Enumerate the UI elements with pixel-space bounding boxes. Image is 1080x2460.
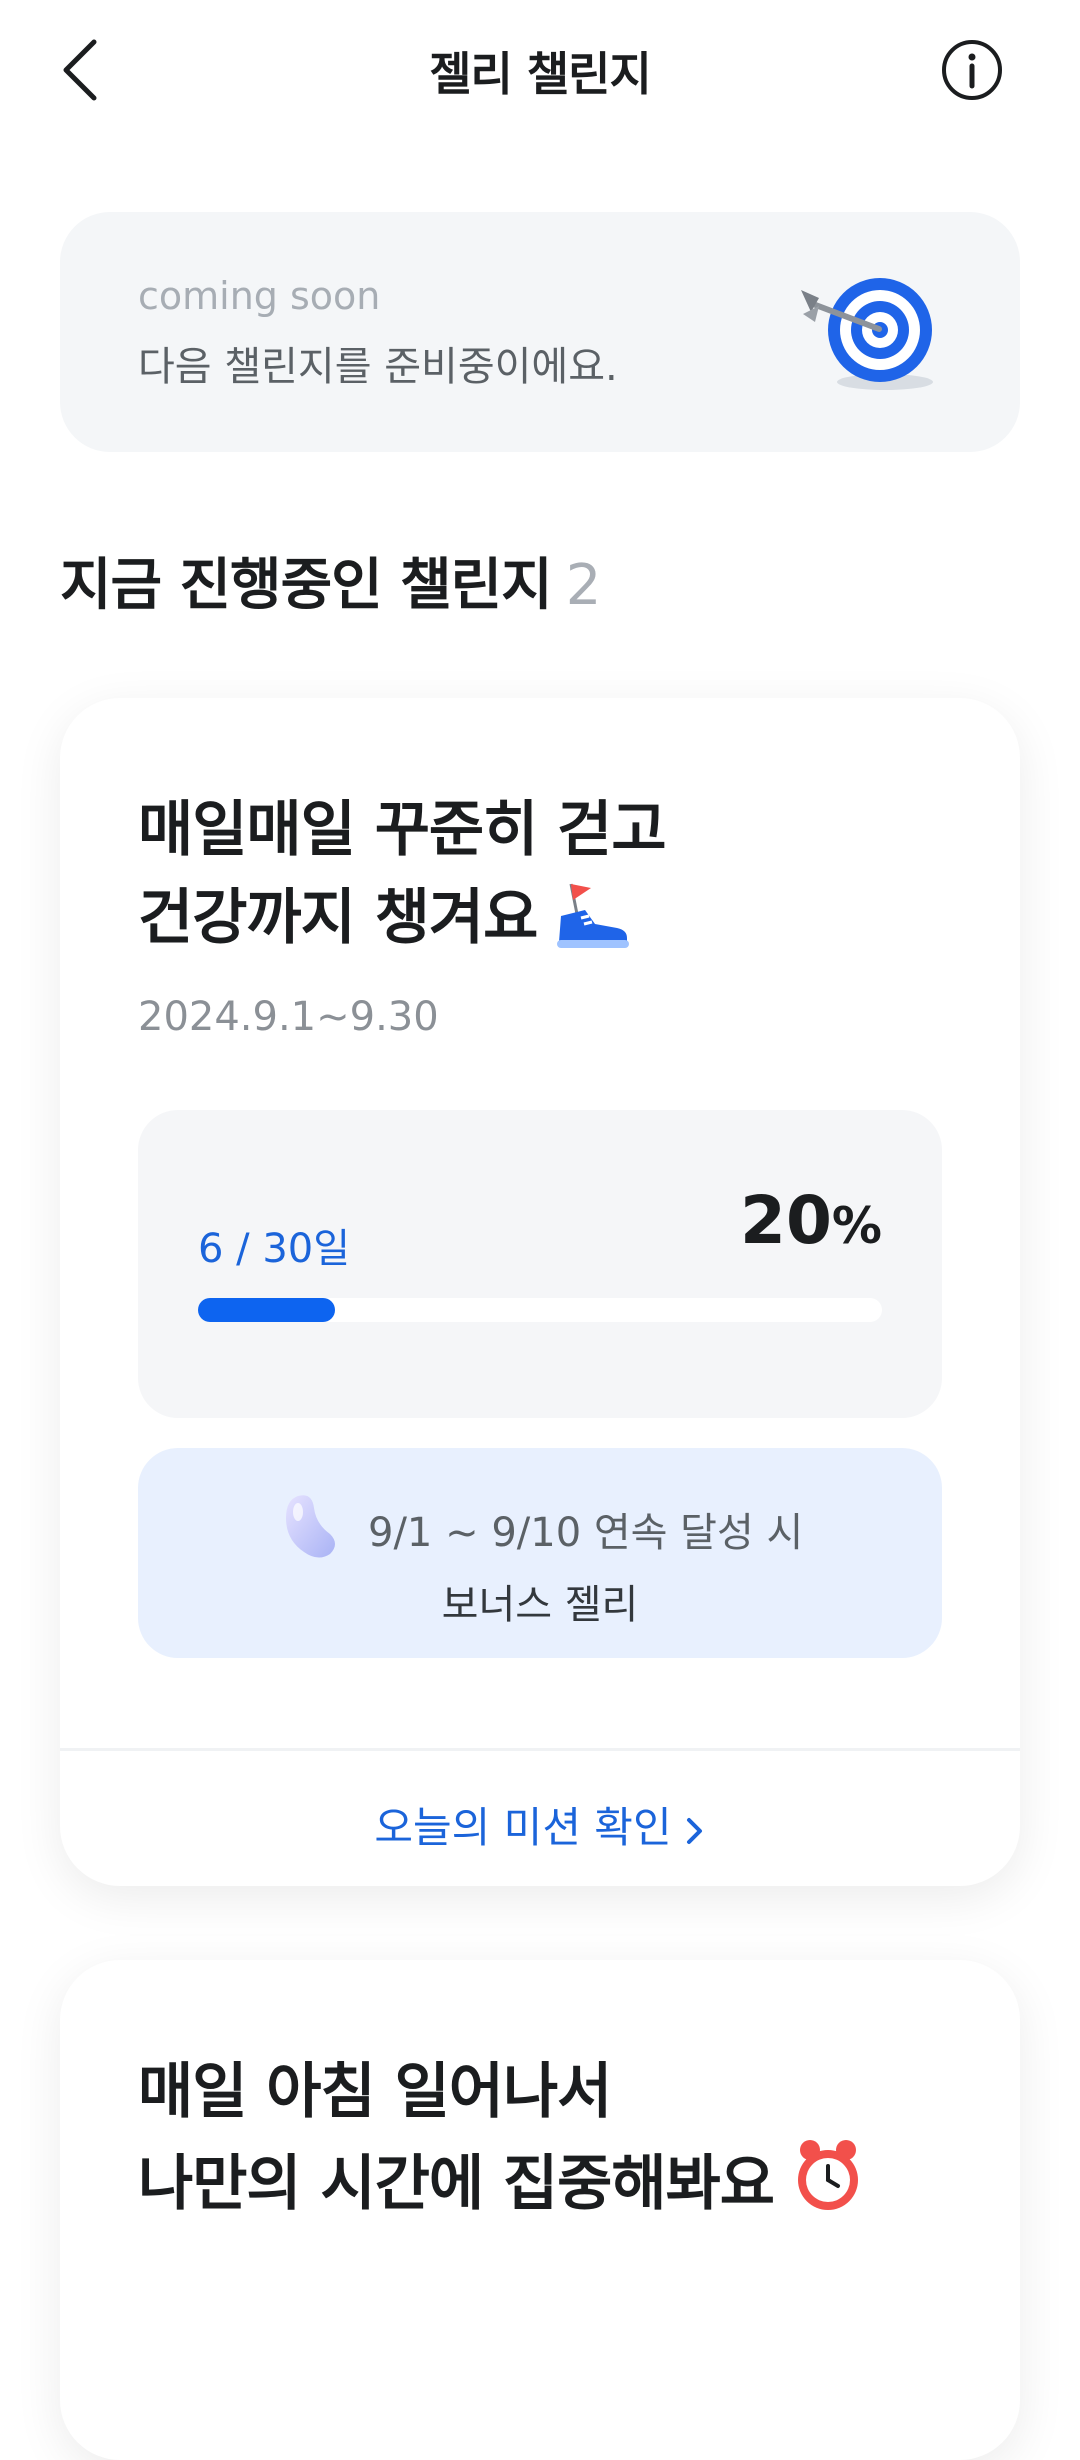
challenge-title-line2: 나만의 시간에 집중해봐요 [138,2149,775,2219]
progress-panel: 6 / 30일 20% [138,1110,942,1418]
bonus-panel: 9/1 ~ 9/10 연속 달성 시 보너스 젤리 [138,1448,942,1658]
progress-percent-value: 20 [740,1182,832,1259]
info-icon [942,40,1002,100]
bonus-reward: 보너스 젤리 [441,1582,639,1628]
challenge-title-line2: 건강까지 챙겨요 [138,883,538,953]
sneaker-icon [557,883,630,948]
bonus-condition: 9/1 ~ 9/10 연속 달성 시 [368,1510,804,1556]
todays-mission-label: 오늘의 미션 확인 [374,1803,672,1852]
challenge-title: 매일 아침 일어나서 나만의 시간에 집중해봐요 [138,2048,958,2228]
section-title: 지금 진행중인 챌린지 2 [60,540,602,621]
info-button[interactable] [940,38,1004,102]
challenge-period: 2024.9.1~9.30 [138,994,439,1040]
coming-soon-label: coming soon [138,274,381,318]
progress-bar-fill [198,1298,335,1322]
chevron-right-icon [686,1818,702,1844]
challenge-title-line1: 매일 아침 일어나서 [138,2057,612,2127]
top-bar: 젤리 챌린지 [0,0,1080,140]
challenge-title-line1: 매일매일 꾸준히 걷고 [138,795,667,865]
jelly-bean-icon [286,1495,335,1558]
progress-bar [198,1298,882,1322]
challenge-card[interactable]: 매일매일 꾸준히 걷고 건강까지 챙겨요 2024.9.1~9.30 6 / 3… [60,698,1020,1886]
progress-days: 6 / 30일 [198,1226,351,1272]
dart-target-icon [801,278,933,390]
alarm-clock-icon [797,2140,858,2210]
progress-percent: 20% [740,1182,882,1259]
progress-percent-unit: % [831,1197,882,1255]
page-title: 젤리 챌린지 [429,47,652,101]
challenge-card[interactable]: 매일 아침 일어나서 나만의 시간에 집중해봐요 [60,1960,1020,2460]
section-count: 2 [565,553,602,618]
todays-mission-link[interactable]: 오늘의 미션 확인 [60,1794,1020,1855]
card-divider [60,1748,1020,1751]
section-title-text: 지금 진행중인 챌린지 [60,553,553,618]
coming-soon-card: coming soon 다음 챌린지를 준비중이에요. [60,212,1020,452]
coming-soon-description: 다음 챌린지를 준비중이에요. [138,344,618,390]
challenge-title: 매일매일 꾸준히 걷고 건강까지 챙겨요 [138,786,958,962]
